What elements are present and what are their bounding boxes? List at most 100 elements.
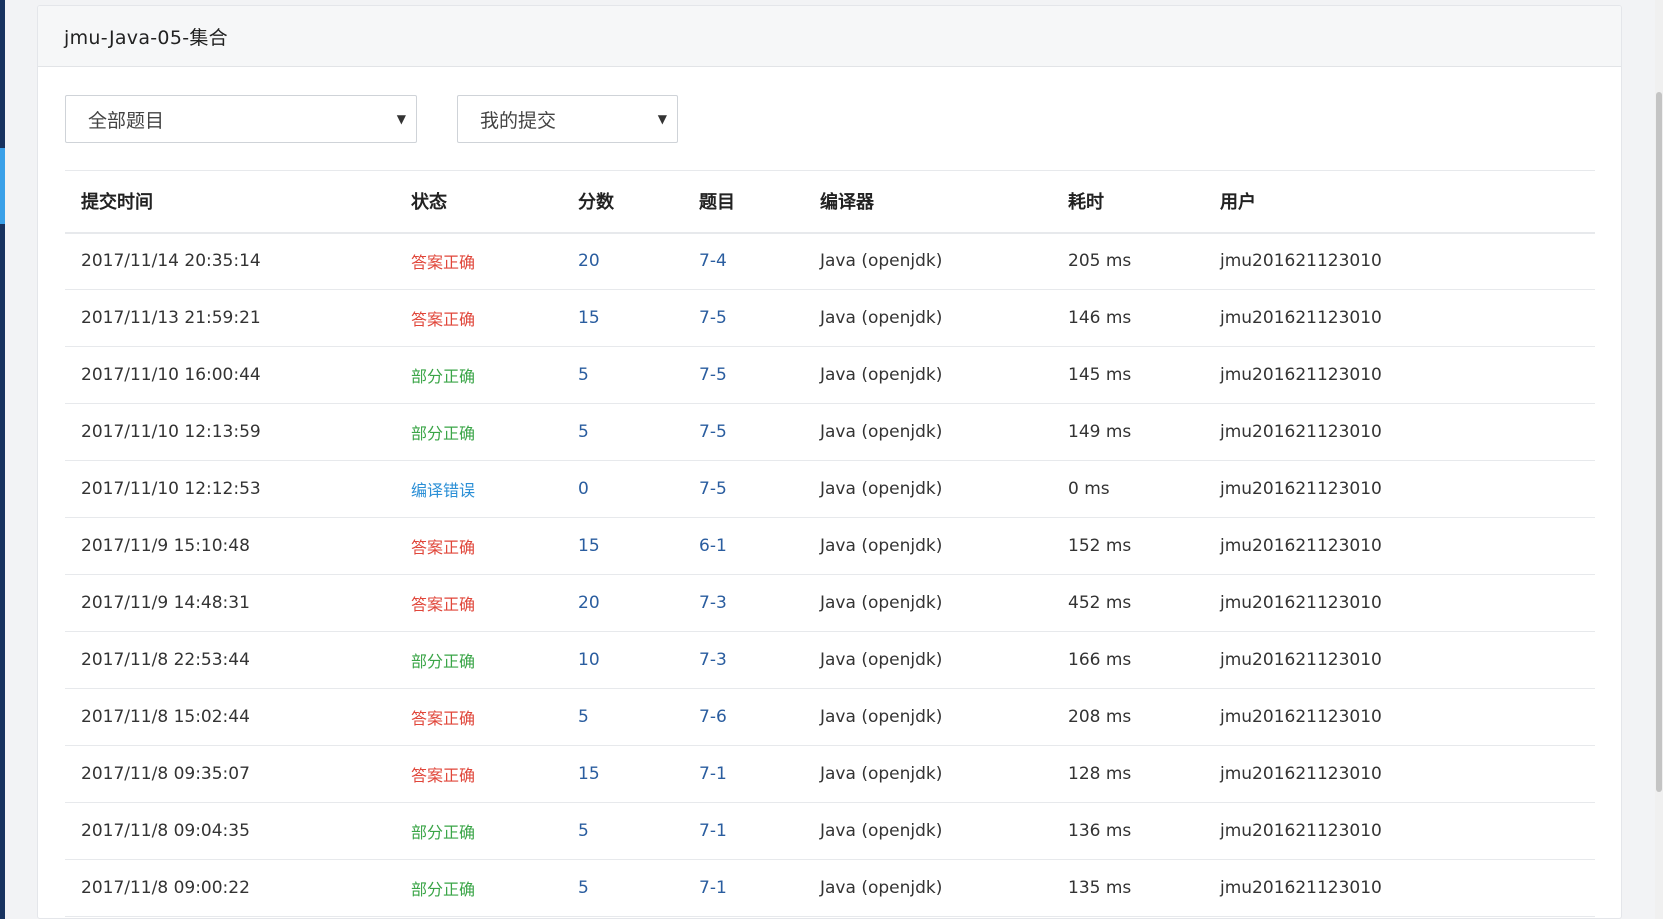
submission-status[interactable]: 部分正确 — [411, 880, 475, 899]
table-cell-status: 答案正确 — [395, 290, 562, 347]
submission-time: 2017/11/13 21:59:21 — [81, 308, 261, 328]
sidebar-edge — [0, 0, 5, 919]
submission-time: 2017/11/8 22:53:44 — [81, 650, 250, 670]
table-cell-score: 20 — [562, 575, 683, 632]
table-cell-duration: 166 ms — [1052, 632, 1204, 689]
table-cell-problem: 7-5 — [683, 404, 804, 461]
problem-filter-select[interactable]: 全部题目 ▼ — [65, 95, 417, 143]
column-header-user: 用户 — [1204, 170, 1595, 234]
table-cell-problem: 7-1 — [683, 746, 804, 803]
submission-score[interactable]: 20 — [578, 593, 600, 613]
problem-link[interactable]: 7-3 — [699, 593, 727, 613]
table-cell-time: 2017/11/14 20:35:14 — [65, 233, 395, 290]
submission-status[interactable]: 部分正确 — [411, 652, 475, 671]
problem-link[interactable]: 7-4 — [699, 251, 727, 271]
problem-link[interactable]: 6-1 — [699, 536, 727, 556]
problem-link[interactable]: 7-3 — [699, 650, 727, 670]
table-cell-time: 2017/11/8 09:00:22 — [65, 860, 395, 917]
submission-status[interactable]: 编译错误 — [411, 481, 475, 500]
table-cell-score: 15 — [562, 290, 683, 347]
problem-link[interactable]: 7-5 — [699, 422, 727, 442]
problem-link[interactable]: 7-1 — [699, 878, 727, 898]
table-cell-score: 0 — [562, 461, 683, 518]
scrollbar-thumb[interactable] — [1656, 92, 1662, 792]
submission-status[interactable]: 部分正确 — [411, 367, 475, 386]
problem-filter-value: 全部题目 — [88, 109, 165, 132]
submission-score[interactable]: 15 — [578, 764, 600, 784]
compiler-name: Java (openjdk) — [820, 878, 943, 898]
user-name: jmu201621123010 — [1220, 764, 1382, 784]
submissions-card: jmu-Java-05-集合 全部题目 ▼ 我的提交 ▼ 提交时间 状态 分数 — [37, 5, 1622, 919]
user-name: jmu201621123010 — [1220, 593, 1382, 613]
problem-link[interactable]: 7-6 — [699, 707, 727, 727]
submission-score[interactable]: 15 — [578, 536, 600, 556]
table-cell-duration: 145 ms — [1052, 347, 1204, 404]
user-name: jmu201621123010 — [1220, 479, 1382, 499]
table-cell-compiler: Java (openjdk) — [804, 233, 1052, 290]
table-cell-user: jmu201621123010 — [1204, 518, 1595, 575]
table-header: 提交时间 状态 分数 题目 编译器 耗时 用户 — [65, 170, 1595, 234]
submission-status[interactable]: 答案正确 — [411, 595, 475, 614]
table-cell-status: 答案正确 — [395, 689, 562, 746]
compiler-name: Java (openjdk) — [820, 764, 943, 784]
table-body: 2017/11/14 20:35:14 答案正确 20 7-4 Java (openjd… — [65, 233, 1595, 917]
submission-score[interactable]: 5 — [578, 707, 589, 727]
table-cell-status: 部分正确 — [395, 860, 562, 917]
submission-score[interactable]: 5 — [578, 422, 589, 442]
submissions-table: 提交时间 状态 分数 题目 编译器 耗时 用户 2017/11/14 20:35… — [65, 170, 1595, 917]
submission-score[interactable]: 10 — [578, 650, 600, 670]
table-row: 2017/11/13 21:59:21 答案正确 15 7-5 Java (openjd… — [65, 290, 1595, 347]
table-cell-compiler: Java (openjdk) — [804, 746, 1052, 803]
submission-status[interactable]: 答案正确 — [411, 709, 475, 728]
problem-link[interactable]: 7-1 — [699, 821, 727, 841]
table-cell-user: jmu201621123010 — [1204, 746, 1595, 803]
table-cell-compiler: Java (openjdk) — [804, 689, 1052, 746]
submission-time: 2017/11/14 20:35:14 — [81, 251, 261, 272]
table-cell-user: jmu201621123010 — [1204, 689, 1595, 746]
submission-status[interactable]: 答案正确 — [411, 538, 475, 557]
submission-filter-select[interactable]: 我的提交 ▼ — [457, 95, 678, 143]
submission-time: 2017/11/8 09:00:22 — [81, 878, 250, 898]
table-cell-score: 5 — [562, 347, 683, 404]
table-cell-duration: 128 ms — [1052, 746, 1204, 803]
submission-status[interactable]: 部分正确 — [411, 424, 475, 443]
problem-link[interactable]: 7-5 — [699, 365, 727, 385]
table-cell-time: 2017/11/10 12:13:59 — [65, 404, 395, 461]
submission-score[interactable]: 20 — [578, 251, 600, 271]
run-duration: 149 ms — [1068, 422, 1132, 442]
problem-link[interactable]: 7-5 — [699, 479, 727, 499]
submission-score[interactable]: 5 — [578, 821, 589, 841]
submission-time: 2017/11/10 12:12:53 — [81, 479, 261, 499]
column-header-problem: 题目 — [683, 170, 804, 234]
compiler-name: Java (openjdk) — [820, 308, 943, 328]
problem-link[interactable]: 7-5 — [699, 308, 727, 328]
column-header-duration: 耗时 — [1052, 170, 1204, 234]
run-duration: 0 ms — [1068, 479, 1110, 499]
table-row: 2017/11/8 09:35:07 答案正确 15 7-1 Java (openjdk… — [65, 746, 1595, 803]
table-cell-compiler: Java (openjdk) — [804, 404, 1052, 461]
page-scrollbar[interactable] — [1655, 0, 1663, 919]
table-cell-duration: 205 ms — [1052, 233, 1204, 290]
table-cell-duration: 152 ms — [1052, 518, 1204, 575]
table-cell-status: 编译错误 — [395, 461, 562, 518]
table-cell-time: 2017/11/10 16:00:44 — [65, 347, 395, 404]
submission-status[interactable]: 答案正确 — [411, 253, 475, 272]
table-cell-time: 2017/11/13 21:59:21 — [65, 290, 395, 347]
submission-score[interactable]: 5 — [578, 878, 589, 898]
sidebar-active-indicator — [0, 148, 5, 224]
table-cell-duration: 135 ms — [1052, 860, 1204, 917]
table-cell-score: 20 — [562, 233, 683, 290]
submission-time: 2017/11/9 14:48:31 — [81, 593, 250, 613]
submission-status[interactable]: 答案正确 — [411, 310, 475, 329]
submission-status[interactable]: 部分正确 — [411, 823, 475, 842]
table-cell-duration: 208 ms — [1052, 689, 1204, 746]
submission-status[interactable]: 答案正确 — [411, 766, 475, 785]
compiler-name: Java (openjdk) — [820, 707, 943, 727]
caret-down-icon: ▼ — [396, 112, 406, 126]
submission-score[interactable]: 5 — [578, 365, 589, 385]
problem-link[interactable]: 7-1 — [699, 764, 727, 784]
submission-score[interactable]: 15 — [578, 308, 600, 328]
table-cell-status: 部分正确 — [395, 404, 562, 461]
submission-score[interactable]: 0 — [578, 479, 589, 499]
run-duration: 146 ms — [1068, 308, 1132, 328]
